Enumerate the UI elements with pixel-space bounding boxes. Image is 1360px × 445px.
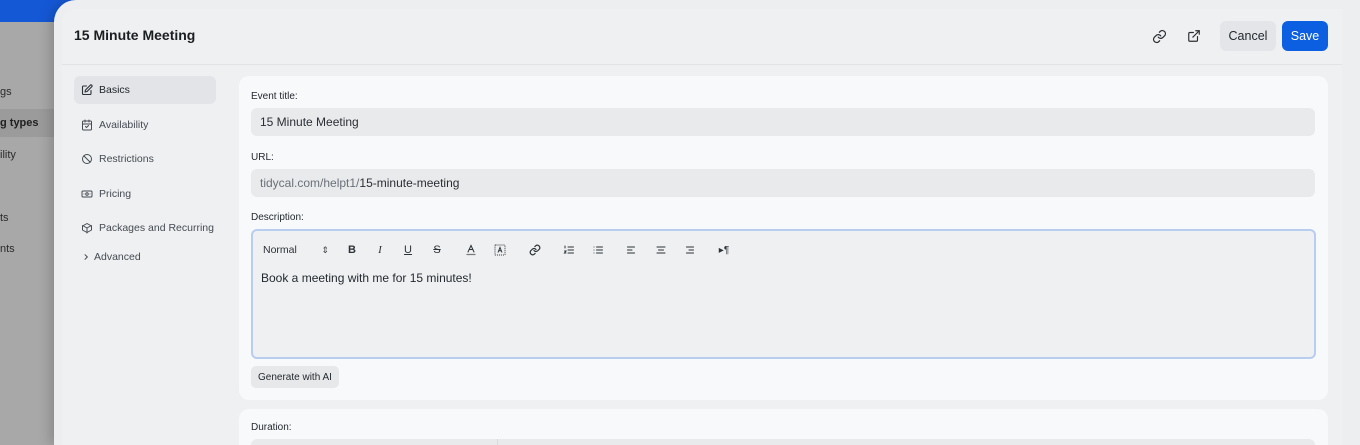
duration-label: Duration: [251,422,292,433]
background-nav-item: ts [0,212,9,224]
url-input[interactable]: tidycal.com/helpt1/15-minute-meeting [251,169,1315,197]
menu-item-availability[interactable]: Availability [74,111,216,139]
money-icon [81,188,93,200]
menu-item-restrictions[interactable]: Restrictions [74,145,216,173]
menu-item-pricing[interactable]: Pricing [74,180,216,208]
highlight-color-icon[interactable] [491,239,509,261]
duration-divider [497,439,498,445]
edit-event-modal: 15 Minute Meeting Cancel Save Basics Ava… [54,0,1360,445]
advanced-toggle[interactable]: Advanced [74,247,216,267]
modal-header: 15 Minute Meeting Cancel Save [62,9,1342,65]
menu-item-packages-recurring[interactable]: Packages and Recurring [74,214,216,242]
italic-icon[interactable]: I [371,239,389,261]
text-format-value: Normal [263,244,297,256]
duration-card: Duration: [239,409,1328,445]
description-text[interactable]: Book a meeting with me for 15 minutes! [261,271,472,285]
menu-item-basics[interactable]: Basics [74,76,216,104]
calendar-icon [81,119,93,131]
chevron-right-icon [82,253,90,261]
text-color-icon[interactable] [462,239,480,261]
modal-panel: 15 Minute Meeting Cancel Save Basics Ava… [62,9,1342,445]
align-right-icon[interactable] [680,239,698,261]
underline-icon[interactable]: U [399,239,417,261]
link-icon[interactable] [1147,24,1171,48]
cancel-button[interactable]: Cancel [1220,21,1276,51]
editor-toolbar: Normal ⇕ B I U S ▸¶ [253,239,1314,261]
menu-item-label: Packages and Recurring [99,222,214,234]
text-direction-icon[interactable]: ▸¶ [714,239,734,261]
updown-icon: ⇕ [321,244,329,255]
generate-with-ai-button[interactable]: Generate with AI [251,366,339,388]
event-title-input[interactable]: 15 Minute Meeting [251,108,1315,136]
duration-input[interactable] [251,439,1315,445]
background-nav-item-active: g types [0,109,62,137]
page-title: 15 Minute Meeting [74,27,196,43]
ban-icon [81,153,93,165]
bold-icon[interactable]: B [343,239,361,261]
menu-item-label: Restrictions [99,153,154,165]
url-label: URL: [251,152,274,163]
url-slug: 15-minute-meeting [359,176,460,190]
ordered-list-icon[interactable] [560,239,578,261]
menu-item-label: Availability [99,118,149,131]
align-center-icon[interactable] [652,239,670,261]
basics-card: Event title: 15 Minute Meeting URL: tidy… [239,76,1328,400]
align-left-icon[interactable] [623,239,641,261]
event-title-label: Event title: [251,91,298,102]
advanced-label: Advanced [94,250,141,263]
description-label: Description: [251,212,304,223]
text-format-select[interactable]: Normal ⇕ [263,239,329,261]
strikethrough-icon[interactable]: S [428,239,446,261]
save-button[interactable]: Save [1282,21,1328,51]
background-nav-item: ility [0,149,16,161]
package-icon [81,222,93,234]
url-prefix: tidycal.com/helpt1/ [260,176,360,190]
background-nav-item: gs [0,86,12,98]
menu-item-label: Basics [99,84,130,96]
edit-icon [81,84,93,96]
external-link-icon[interactable] [1182,24,1206,48]
settings-side-menu: Basics Availability Restrictions Pricing [74,76,216,267]
menu-item-label: Pricing [99,187,132,200]
background-sidebar: gs g types ility ts nts [0,22,62,445]
bullet-list-icon[interactable] [589,239,607,261]
description-editor[interactable]: Normal ⇕ B I U S ▸¶ Book a meeting with … [251,229,1316,359]
link-icon[interactable] [526,239,544,261]
background-nav-item: nts [0,243,15,255]
